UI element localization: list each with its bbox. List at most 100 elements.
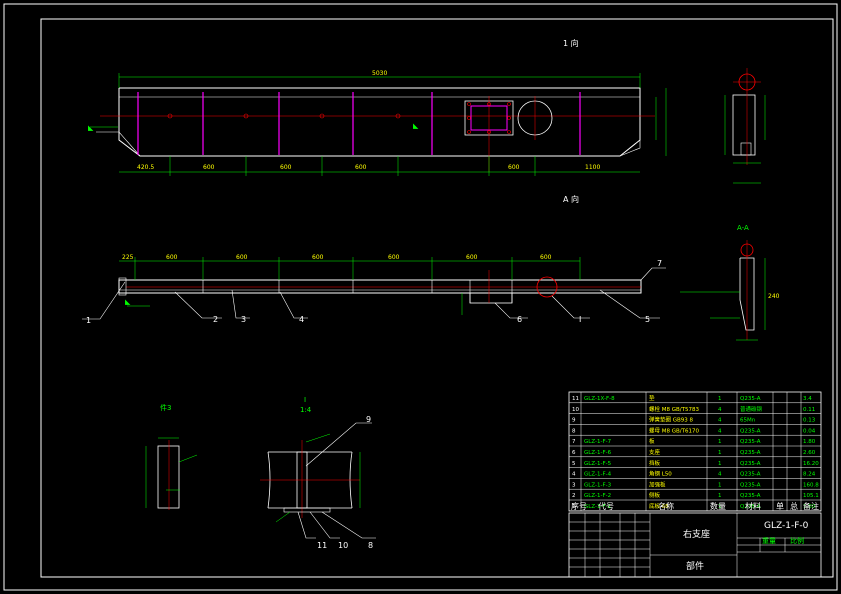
bom-h-mat: 材料	[745, 501, 761, 511]
drawing-subtitle: 部件	[686, 560, 704, 572]
balloon-I: I	[579, 315, 581, 324]
bom-cell-note: 105.1	[803, 493, 819, 499]
bom-cell-no: 2	[572, 493, 576, 499]
bom-cell-mat: Q235-A	[740, 472, 761, 478]
bolt	[507, 130, 511, 134]
bom-cell-no: 3	[572, 482, 576, 488]
detail-I-scale: 1:4	[300, 406, 312, 414]
front-ticks	[202, 280, 433, 293]
bom-cell-qty: 1	[718, 461, 722, 467]
end-view-top	[724, 68, 766, 184]
bom-cell-note: 0.04	[803, 428, 816, 434]
front-view-left-end	[118, 277, 127, 296]
bom-cell-code: GLZ-1X-F-8	[584, 396, 615, 402]
bom-cell-note: 16.20	[803, 461, 819, 467]
balloon-6: 6	[517, 315, 522, 324]
dim-leader	[178, 454, 198, 463]
balloon-5: 5	[645, 315, 650, 324]
front-dim-seg: 600	[236, 254, 248, 261]
top-view: 1 向 ◣ ◣ 5030 420.5 600 600 600 600 1100	[88, 38, 667, 176]
end-view-dims	[724, 95, 766, 184]
detail-part3-dims	[145, 437, 198, 508]
cad-drawing-canvas: 1 向 ◣ ◣ 5030 420.5 600 600 600 600 1100 …	[3, 3, 838, 591]
bom-cell-name: 加强板	[649, 480, 666, 488]
bom-cell-mat: Q235-A	[740, 450, 761, 456]
left-chamfer	[96, 131, 141, 157]
bolt	[467, 102, 471, 106]
balloon-4: 4	[299, 315, 304, 324]
bom-cell-name: 侧板	[649, 491, 661, 499]
bom-h-code: 代号	[598, 501, 614, 511]
bom-cell-name: 螺母 M8 GB/T6170	[649, 426, 699, 434]
detail-I: I 1:4 9 11 10 8	[260, 396, 376, 550]
end-view-slot	[740, 142, 752, 156]
bom-cell-name: 弹簧垫圈 GB93 8	[649, 416, 694, 424]
bom-cell-note: 1.80	[803, 439, 816, 445]
bom-cell-name: 挡板	[649, 459, 661, 467]
dim-seg3-text: 600	[280, 164, 292, 171]
front-view: A 向 225 600 600 600 600 600 600 ◣ 1 2 3 …	[82, 194, 666, 325]
bom-cell-no: 8	[572, 428, 576, 434]
inner-frame	[40, 18, 834, 578]
bom-cell-name: 螺栓 M8 GB/T5783	[649, 405, 699, 413]
balloon-8: 8	[368, 541, 373, 550]
balloon-3: 3	[241, 315, 246, 324]
bolt	[507, 102, 511, 106]
bom-cell-no: 6	[572, 450, 576, 456]
balloon-11: 11	[317, 541, 327, 550]
dim-leader	[305, 433, 331, 443]
bom-cell-no: 9	[572, 418, 576, 424]
dim-overall-text: 5030	[372, 70, 387, 77]
bom-cell-code: GLZ-1-F-4	[584, 472, 612, 478]
bom-cell-mat: 普通碳钢	[740, 405, 763, 413]
bom-cell-qty: 4	[718, 472, 722, 478]
bom-cell-name: 支座	[649, 448, 661, 456]
balloon-10: 10	[338, 541, 348, 550]
bom-cell-qty: 1	[718, 396, 722, 402]
balloon-1: 1	[86, 316, 91, 325]
bom-cell-code: GLZ-1-F-2	[584, 493, 611, 499]
front-dims	[119, 257, 581, 315]
bom-cell-name: 板	[649, 437, 655, 445]
bolt	[467, 130, 471, 134]
bom-cell-mat: Q235-A	[740, 396, 761, 402]
bom-cell-qty: 1	[718, 439, 722, 445]
bom-h-total: 总	[790, 501, 798, 511]
leader-9	[305, 422, 372, 467]
top-view-outline	[118, 87, 641, 157]
leader-7	[640, 267, 666, 281]
bom-cell-note: 0.11	[803, 407, 815, 413]
leader-10	[309, 511, 340, 539]
scale-label: 比例	[790, 536, 804, 545]
bom-cell-mat: Q235-A	[740, 493, 761, 499]
dim-seg2-text: 600	[203, 164, 215, 171]
bom-cell-mat: Q235-A	[740, 482, 761, 488]
bom-h-single: 单	[776, 501, 784, 511]
bom-cell-code: GLZ-1-F-6	[584, 450, 612, 456]
bom-table: 11 GLZ-1X-F-8 垫 1 Q235-A 3.410 螺栓 M8 GB/T5783 4…	[568, 391, 822, 512]
drawing-number: GLZ-1-F-0	[764, 521, 809, 531]
section-label: A-A	[737, 224, 749, 232]
bom-header: 序号 代号 名称 数量 材料 单 总 备注	[571, 501, 819, 511]
weld-mark: ◣	[413, 122, 419, 130]
bom-cell-mat: 65Mn	[740, 418, 756, 424]
bom-cell-qty: 4	[718, 407, 722, 413]
bolt	[507, 116, 511, 120]
bom-cell-note: 3.4	[803, 396, 812, 402]
bom-cell-note: 8.24	[803, 472, 816, 478]
bom-h-name: 名称	[658, 501, 674, 511]
detail-I-dims	[275, 433, 361, 523]
bolt	[467, 116, 471, 120]
section-view: A-A 240	[680, 224, 780, 341]
front-dim-seg: 600	[540, 254, 552, 261]
leader-8	[321, 511, 376, 539]
dim-leader	[275, 511, 291, 523]
end-view-body	[732, 94, 756, 156]
detail-I-title: I	[304, 396, 306, 404]
bom-cell-mat: Q235-A	[740, 439, 761, 445]
front-view-beam	[118, 279, 642, 294]
bom-cell-code: GLZ-1-F-5	[584, 461, 612, 467]
dim-seg6-text: 1100	[585, 164, 600, 171]
title-block: 右支座 部件 GLZ-1-F-0 重量 比例	[568, 512, 822, 578]
bom-cell-no: 5	[572, 461, 576, 467]
